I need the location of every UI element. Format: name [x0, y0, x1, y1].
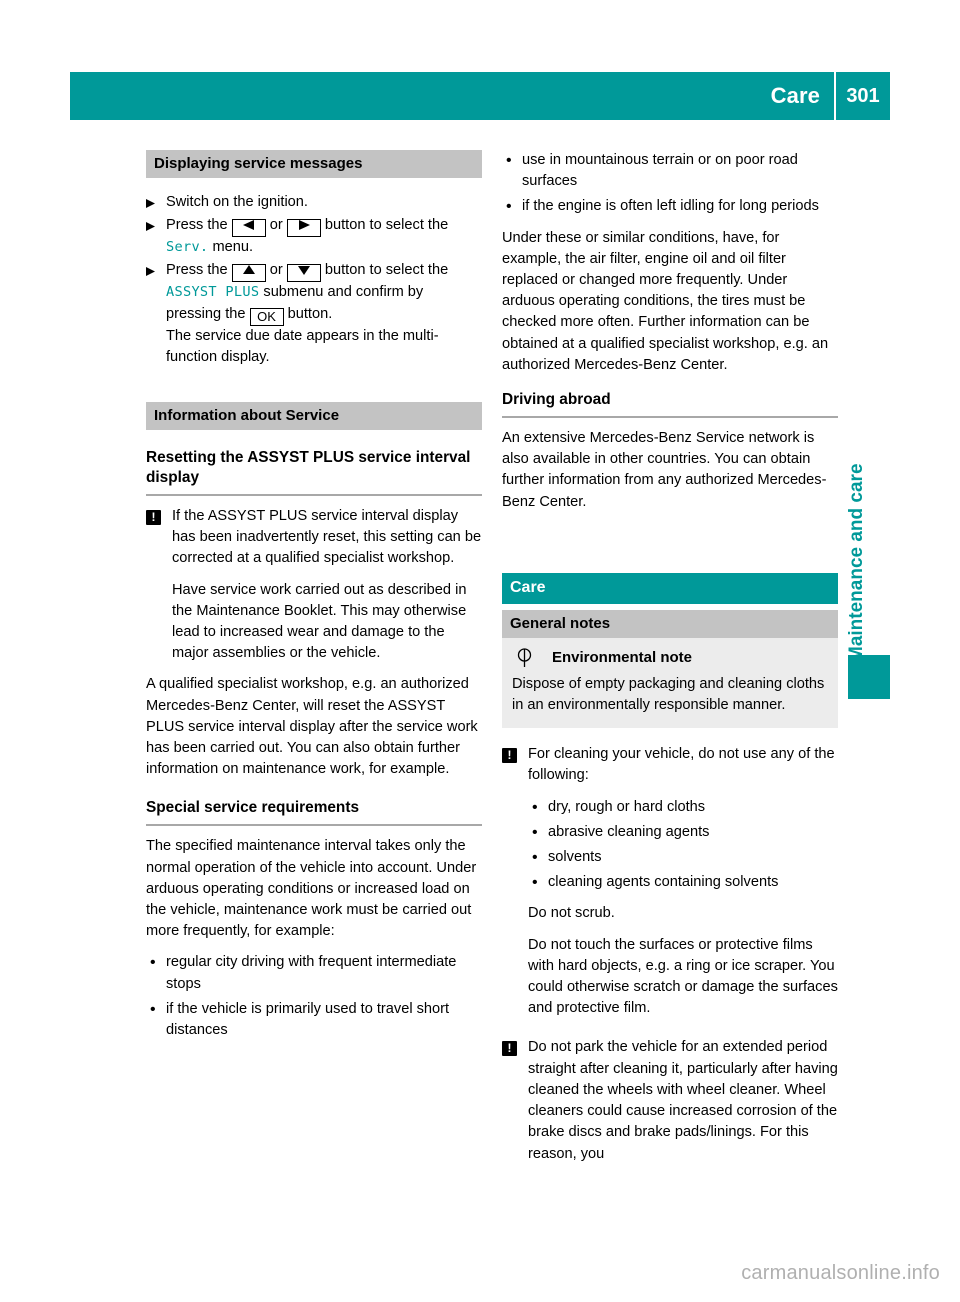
list-item: • regular city driving with frequent int…: [146, 952, 482, 994]
bullet-list-conditions-right: • use in mountainous terrain or on poor …: [502, 150, 838, 218]
list-item: • if the engine is often left idling for…: [502, 196, 838, 217]
step-text-or: or: [269, 262, 283, 279]
notice-text: Do not park the vehicle for an extended …: [528, 1039, 838, 1162]
step-text: Switch on the ignition.: [166, 194, 308, 210]
notice-assyst-reset-continued: Have service work carried out as describ…: [146, 580, 482, 665]
notice-text: Have service work carried out as describ…: [172, 581, 467, 662]
environmental-note-heading: Environmental note: [512, 648, 828, 668]
warning-icon: !: [502, 748, 517, 764]
tree-icon: [516, 648, 533, 674]
bullet-list-conditions-left: • regular city driving with frequent int…: [146, 952, 482, 1041]
bullet-icon: •: [532, 798, 538, 816]
side-tab-label: Maintenance and care: [846, 463, 867, 662]
list-item: • use in mountainous terrain or on poor …: [502, 150, 838, 192]
step-result-text: The service due date appears in the mult…: [166, 327, 439, 365]
bullet-icon: •: [532, 874, 538, 892]
paragraph-service-network: An extensive Mercedes-Benz Service netwo…: [502, 430, 827, 510]
notice-assyst-reset: ! If the ASSYST PLUS service interval di…: [146, 506, 482, 570]
page-header-band: Care 301: [70, 72, 890, 120]
step-switch-on-ignition: Switch on the ignition.: [146, 192, 482, 213]
display-text-serv-menu: Serv.: [166, 239, 209, 256]
list-item: • abrasive cleaning agents: [528, 822, 838, 843]
bullet-icon: •: [532, 823, 538, 841]
key-ok-button[interactable]: OK: [249, 307, 284, 326]
list-item: • solvents: [528, 847, 838, 868]
page-title: Care: [770, 83, 820, 108]
step-text-part1: Press the: [166, 217, 228, 234]
section-heading-displaying-service-messages: Displaying service messages: [146, 150, 482, 178]
paragraph-arduous-conditions: Under these or similar conditions, have,…: [502, 229, 829, 373]
environmental-note-panel: Environmental note Dispose of empty pack…: [502, 637, 838, 729]
heading-rule: [502, 416, 838, 419]
heading-rule: [146, 494, 482, 497]
page-number: 301: [846, 84, 880, 107]
step-text-part3: menu.: [212, 239, 254, 256]
bullet-list-cleaning-prohibited: • dry, rough or hard cloths • abrasive c…: [528, 797, 838, 894]
step-text-or: or: [269, 217, 283, 234]
bullet-icon: •: [150, 954, 156, 972]
bullet-icon: •: [506, 152, 512, 169]
list-item: • if the vehicle is primarily used to tr…: [146, 999, 482, 1041]
environmental-note-body: Dispose of empty packaging and cleaning …: [512, 675, 825, 714]
list-item-text: dry, rough or hard cloths: [548, 798, 706, 815]
subheading-special-service-requirements: Special service requirements: [146, 799, 360, 817]
key-down-arrow-button[interactable]: [286, 264, 321, 283]
section-heading-information-about-service: Information about Service: [146, 402, 482, 431]
step-arrow-icon: [146, 260, 155, 277]
side-tab-marker: [848, 655, 890, 699]
notice-text: For cleaning your vehicle, do not use an…: [528, 746, 835, 784]
step-text-part4: pressing the: [166, 305, 246, 322]
step-arrow-icon: [146, 215, 155, 232]
left-column: Displaying service messages Switch on th…: [146, 150, 482, 1051]
environmental-note-title: Environmental note: [552, 648, 693, 666]
key-up-arrow-button[interactable]: [231, 264, 266, 283]
list-item-text: solvents: [548, 849, 602, 866]
bullet-icon: •: [506, 198, 512, 216]
paragraph-qualified-workshop: A qualified specialist workshop, e.g. an…: [146, 676, 478, 778]
list-item-text: abrasive cleaning agents: [548, 823, 710, 840]
list-item-text: regular city driving with frequent inter…: [166, 954, 457, 992]
subheading-driving-abroad: Driving abroad: [502, 391, 611, 409]
display-text-assyst-plus: ASSYST PLUS: [166, 284, 260, 301]
key-right-arrow-button[interactable]: [286, 219, 321, 238]
step-select-assyst-plus-submenu: Press the or button to select the ASSYST…: [146, 260, 482, 368]
key-left-arrow-button[interactable]: [231, 219, 266, 238]
notice-text: Do not scrub.: [528, 905, 615, 922]
notice-do-not-touch-surfaces: Do not touch the surfaces or protective …: [502, 935, 838, 1020]
list-item-text: if the vehicle is primarily used to trav…: [166, 1000, 450, 1039]
footer-watermark: carmanualsonline.info: [741, 1262, 940, 1284]
right-column: • use in mountainous terrain or on poor …: [502, 150, 838, 1175]
subheading-resetting-assyst-plus: Resetting the ASSYST PLUS service interv…: [146, 449, 471, 487]
bullet-icon: •: [532, 849, 538, 867]
list-item: • cleaning agents containing solvents: [528, 872, 838, 893]
step-text-part3: submenu and confirm by: [263, 284, 424, 301]
notice-do-not-park: ! Do not park the vehicle for an extende…: [502, 1037, 838, 1164]
notice-text: If the ASSYST PLUS service interval disp…: [172, 508, 482, 567]
notice-text: Do not touch the surfaces or protective …: [528, 936, 838, 1017]
step-text-part2: button to select the: [324, 262, 449, 279]
paragraph-maintenance-interval: The specified maintenance interval takes…: [146, 838, 477, 940]
notice-cleaning-restrictions: ! For cleaning your vehicle, do not use …: [502, 744, 838, 786]
step-text-part2: button to select the: [324, 217, 449, 234]
step-text-part5: button.: [287, 305, 333, 322]
list-item: • dry, rough or hard cloths: [528, 797, 838, 818]
list-item-text: cleaning agents containing solvents: [548, 874, 779, 891]
step-select-serv-menu: Press the or button to select the Serv. …: [146, 215, 482, 258]
list-item-text: if the engine is often left idling for l…: [522, 198, 819, 215]
subsection-heading-general-notes: General notes: [502, 609, 838, 638]
step-text-part1: Press the: [166, 262, 228, 279]
warning-icon: !: [146, 510, 161, 526]
warning-icon: !: [502, 1041, 517, 1057]
step-arrow-icon: [146, 192, 155, 208]
notice-do-not-scrub: Do not scrub.: [502, 903, 838, 924]
heading-rule: [146, 824, 482, 827]
list-item-text: use in mountainous terrain or on poor ro…: [522, 152, 798, 190]
section-heading-care: Care: [502, 572, 838, 604]
bullet-icon: •: [150, 1000, 156, 1018]
